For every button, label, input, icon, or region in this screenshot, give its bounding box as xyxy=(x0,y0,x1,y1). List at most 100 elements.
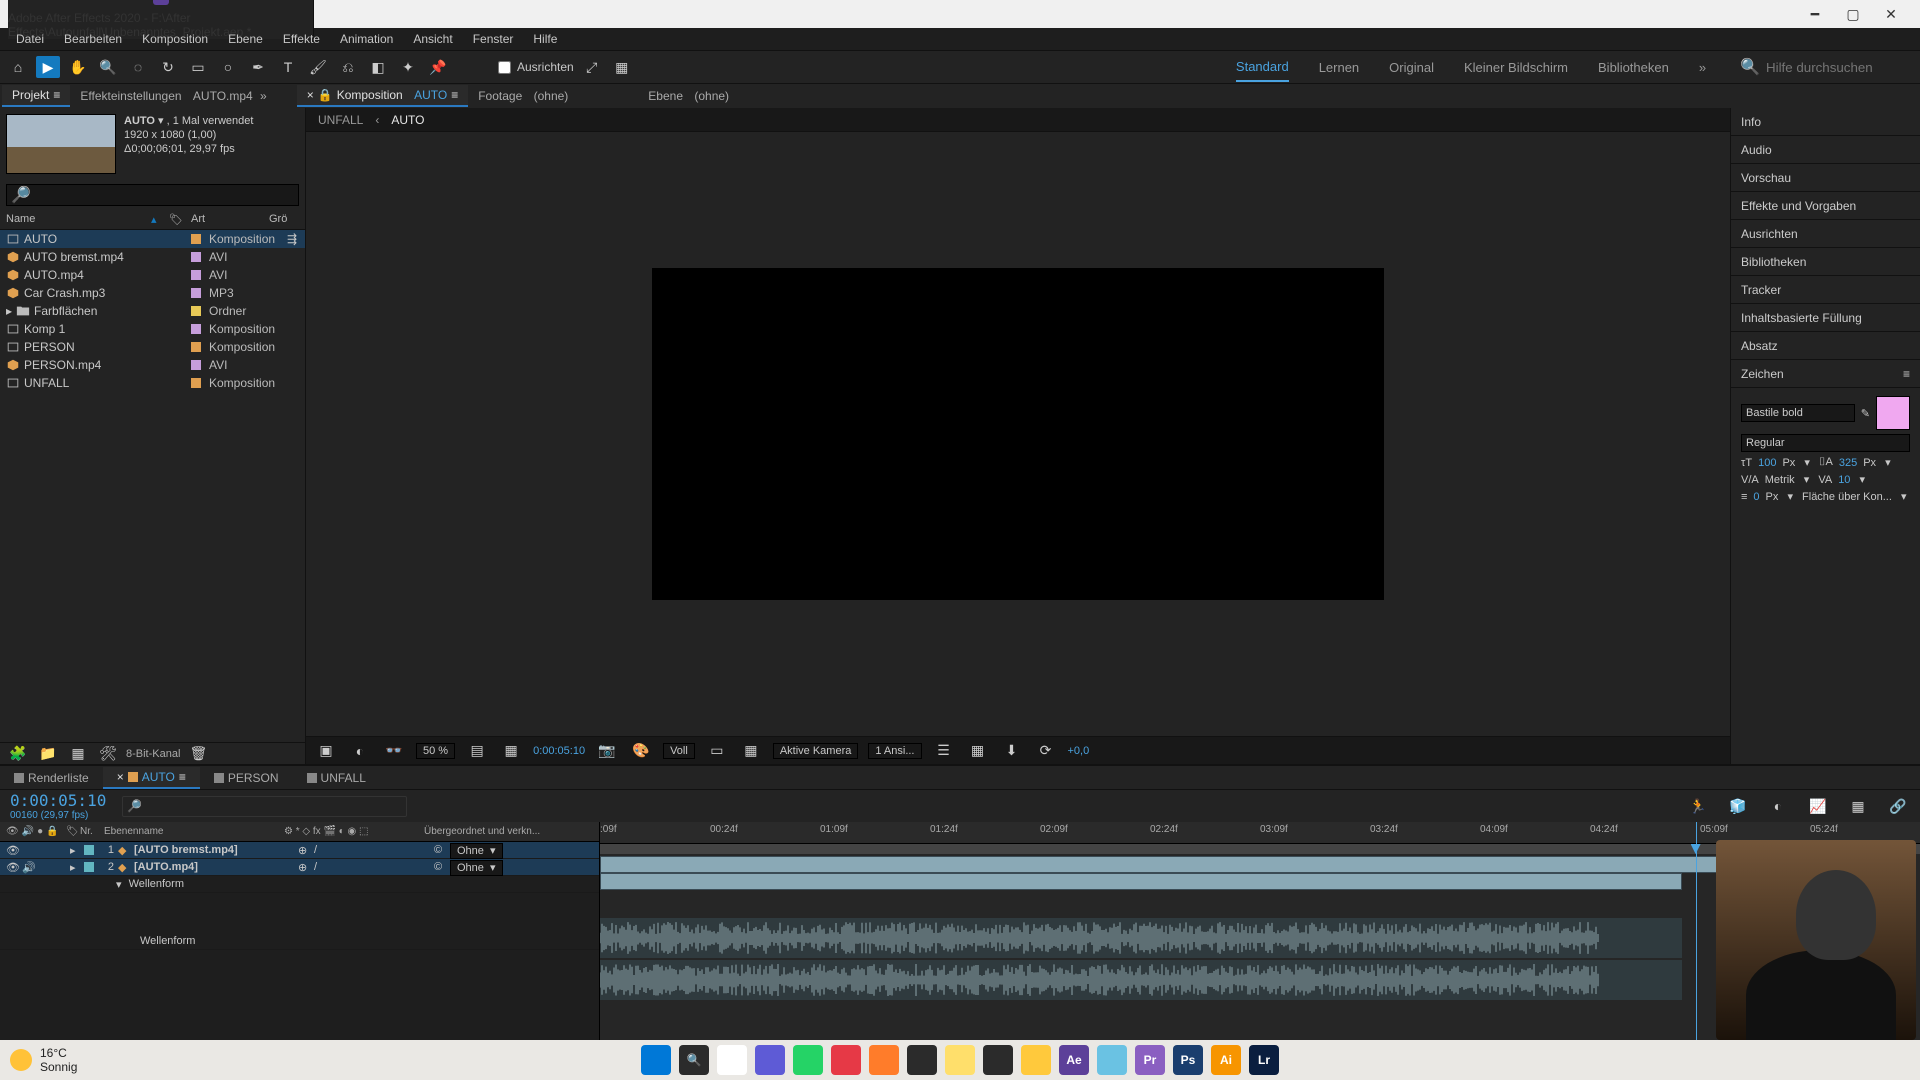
orbit-tool-icon[interactable]: ◌ xyxy=(126,56,150,78)
exposure-value[interactable]: +0,0 xyxy=(1068,745,1090,757)
bpc-label[interactable]: 8-Bit-Kanal xyxy=(126,748,180,760)
snap-toggle[interactable] xyxy=(498,61,511,74)
project-item[interactable]: PERSON.mp4AVI xyxy=(0,356,305,374)
puppet-tool-icon[interactable]: 📌 xyxy=(426,56,450,78)
menu-help[interactable]: Hilfe xyxy=(525,30,565,48)
snapshot-icon[interactable]: 📷 xyxy=(595,740,619,762)
text-color-swatch[interactable] xyxy=(1876,396,1910,430)
transparency-icon[interactable]: ▦ xyxy=(739,740,763,762)
region-icon[interactable]: ▭ xyxy=(705,740,729,762)
timeline-layer-row[interactable]: 👁▸1◆[AUTO bremst.mp4]⊕/©Ohne ▾ xyxy=(0,842,599,859)
moblur-icon[interactable]: ◐ xyxy=(1766,795,1790,817)
font-style-select[interactable]: Regular xyxy=(1741,434,1910,452)
menu-composition[interactable]: Komposition xyxy=(134,30,216,48)
effect-controls-tab[interactable]: Effekteinstellungen AUTO.mp4 » xyxy=(70,86,276,106)
close-tab-icon[interactable]: × xyxy=(307,88,314,102)
snap-opts-icon[interactable]: ⤢ xyxy=(580,56,604,78)
lock-icon[interactable]: 🔒 xyxy=(318,88,333,102)
eye-toggle[interactable]: 👁 xyxy=(6,844,18,857)
view-opts-icon[interactable]: ☰ xyxy=(932,740,956,762)
menu-window[interactable]: Fenster xyxy=(465,30,522,48)
help-search-input[interactable] xyxy=(1766,60,1906,75)
workspace-standard[interactable]: Standard xyxy=(1236,53,1289,82)
footage-tab[interactable]: Footage (ohne) xyxy=(468,86,578,106)
frame-blend-icon[interactable]: 🧊 xyxy=(1726,795,1750,817)
panel-libraries[interactable]: Bibliotheken xyxy=(1731,248,1920,276)
px-icon[interactable]: ▦ xyxy=(966,740,990,762)
brush-tool-icon[interactable]: 🖌 xyxy=(306,56,330,78)
menu-view[interactable]: Ansicht xyxy=(405,30,460,48)
ellipse-tool-icon[interactable]: ○ xyxy=(216,56,240,78)
panel-audio[interactable]: Audio xyxy=(1731,136,1920,164)
new-comp-icon[interactable]: ▦ xyxy=(66,743,90,765)
selection-tool-icon[interactable]: ▶ xyxy=(36,56,60,78)
kerning[interactable]: Metrik xyxy=(1765,474,1795,486)
taskbar-app[interactable]: Ai xyxy=(1211,1045,1241,1075)
graph-icon[interactable]: 📈 xyxy=(1806,795,1830,817)
timeline-search[interactable] xyxy=(142,799,402,814)
panel-effects[interactable]: Effekte und Vorgaben xyxy=(1731,192,1920,220)
wellenform-group[interactable]: ▾ Wellenform xyxy=(0,876,599,893)
workspace-more-icon[interactable]: » xyxy=(1699,60,1706,75)
taskbar-app[interactable]: Ps xyxy=(1173,1045,1203,1075)
col-name[interactable]: Name xyxy=(6,213,143,226)
menu-animation[interactable]: Animation xyxy=(332,30,401,48)
taskbar-app[interactable] xyxy=(907,1045,937,1075)
timeline-timecode[interactable]: 0:00:05:10 xyxy=(10,791,106,810)
taskbar-app[interactable] xyxy=(1021,1045,1051,1075)
roto-tool-icon[interactable]: ✦ xyxy=(396,56,420,78)
project-item[interactable]: PERSONKomposition xyxy=(0,338,305,356)
project-item[interactable]: ▸ FarbflächenOrdner xyxy=(0,302,305,320)
lock-col-icon[interactable]: 🔒 xyxy=(46,826,58,837)
zoom-select[interactable]: 50 % xyxy=(416,743,455,759)
panel-character-header[interactable]: Zeichen≡ xyxy=(1731,360,1920,388)
close-button[interactable]: ✕ xyxy=(1878,6,1904,23)
glasses-icon[interactable]: 👓 xyxy=(382,740,406,762)
timeline-tab[interactable]: Renderliste xyxy=(0,768,103,788)
sort-icon[interactable]: ▴ xyxy=(151,213,161,226)
type-tool-icon[interactable]: T xyxy=(276,56,300,78)
panel-align[interactable]: Ausrichten xyxy=(1731,220,1920,248)
clone-tool-icon[interactable]: ⎌ xyxy=(336,56,360,78)
taskbar-app[interactable]: Lr xyxy=(1249,1045,1279,1075)
font-size[interactable]: 100 xyxy=(1758,457,1776,469)
stroke-width[interactable]: 0 xyxy=(1753,491,1759,503)
taskbar-app[interactable] xyxy=(945,1045,975,1075)
taskbar-app[interactable]: 🗂 xyxy=(717,1045,747,1075)
col-label-icon[interactable]: 🏷 xyxy=(169,213,183,226)
composition-tab[interactable]: × 🔒 Komposition AUTO ≡ xyxy=(297,85,469,107)
channel-icon[interactable]: 🎨 xyxy=(629,740,653,762)
grid-icon[interactable]: ▦ xyxy=(499,740,523,762)
menu-file[interactable]: Datei xyxy=(8,30,52,48)
menu-edit[interactable]: Bearbeiten xyxy=(56,30,130,48)
fast-icon[interactable]: ⬇ xyxy=(1000,740,1024,762)
taskbar-app[interactable] xyxy=(1097,1045,1127,1075)
menu-effects[interactable]: Effekte xyxy=(275,30,328,48)
res-icon[interactable]: ▤ xyxy=(465,740,489,762)
panel-preview[interactable]: Vorschau xyxy=(1731,164,1920,192)
taskbar-app[interactable] xyxy=(983,1045,1013,1075)
timeline-tab[interactable]: × AUTO ≡ xyxy=(103,767,200,789)
project-item[interactable]: UNFALLKomposition xyxy=(0,374,305,392)
tracking[interactable]: 10 xyxy=(1838,474,1850,486)
solo-col-icon[interactable]: ● xyxy=(37,826,43,837)
mask-icon[interactable]: ▣ xyxy=(314,740,338,762)
viewer-canvas-area[interactable] xyxy=(306,132,1730,736)
interpret-icon[interactable]: 🧩 xyxy=(6,743,30,765)
panel-tracker[interactable]: Tracker xyxy=(1731,276,1920,304)
taskbar-app[interactable] xyxy=(869,1045,899,1075)
timeline-layer-row[interactable]: 👁🔊▸2◆[AUTO.mp4]⊕/©Ohne ▾ xyxy=(0,859,599,876)
viewer-time[interactable]: 0:00:05:10 xyxy=(533,745,585,757)
taskbar-app[interactable] xyxy=(755,1045,785,1075)
panel-menu-icon[interactable]: ≡ xyxy=(1903,367,1910,381)
project-item[interactable]: AUTOKomposition⇶ xyxy=(0,230,305,248)
hand-tool-icon[interactable]: ✋ xyxy=(66,56,90,78)
weather-widget[interactable]: 16°C Sonnig xyxy=(10,1046,77,1074)
timeline-tab[interactable]: PERSON xyxy=(200,768,293,788)
snap-opts2-icon[interactable]: ▦ xyxy=(610,56,634,78)
workspace-learn[interactable]: Lernen xyxy=(1319,60,1359,75)
track-bar-layer-1[interactable] xyxy=(600,856,1748,873)
taskbar-app[interactable] xyxy=(793,1045,823,1075)
trash-icon[interactable]: 🗑 xyxy=(186,743,210,765)
guide-icon[interactable]: ◐ xyxy=(348,740,372,762)
